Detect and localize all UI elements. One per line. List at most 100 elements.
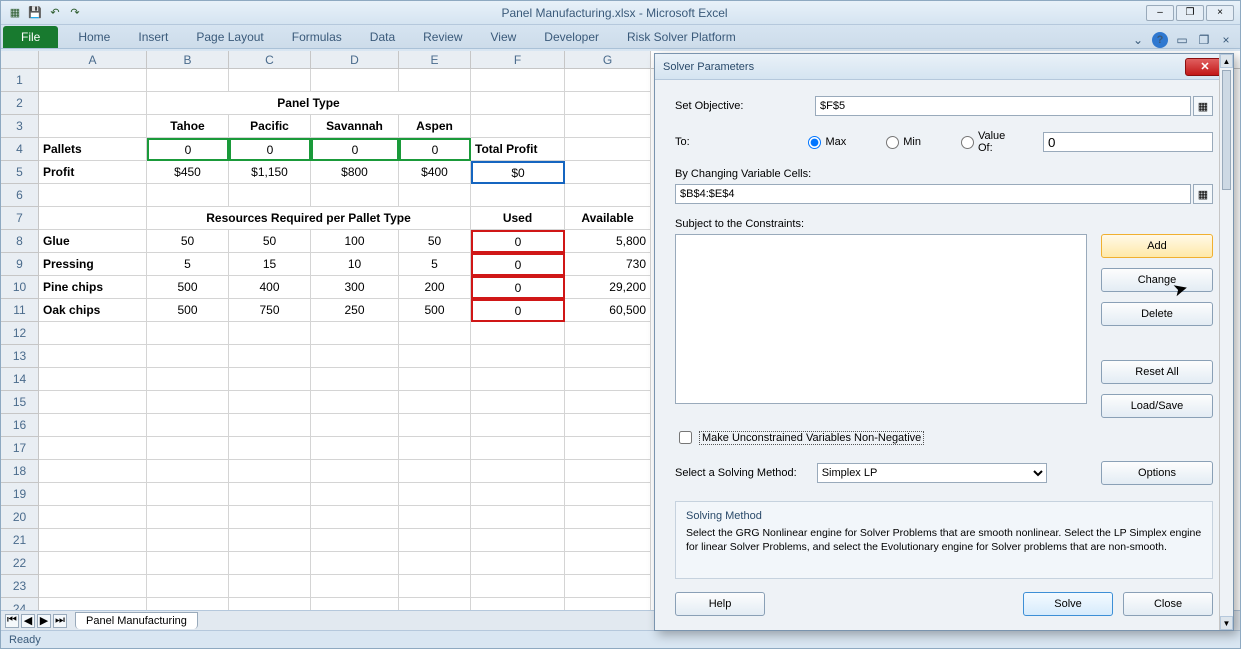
constraints-listbox[interactable]: ▲ ▼ [675,234,1087,404]
cell[interactable] [399,322,471,345]
col-header-c[interactable]: C [229,51,311,68]
cell[interactable] [147,69,229,92]
cell[interactable] [39,460,147,483]
cell[interactable] [399,69,471,92]
ribbon-tab-formulas[interactable]: Formulas [278,26,356,48]
cell[interactable] [229,391,311,414]
cell[interactable]: Pallets [39,138,147,161]
cell[interactable]: $400 [399,161,471,184]
row-header[interactable]: 9 [1,253,39,276]
col-header-a[interactable]: A [39,51,147,68]
row-header[interactable]: 10 [1,276,39,299]
cell[interactable] [39,322,147,345]
cell[interactable]: 730 [565,253,651,276]
cell[interactable] [471,483,565,506]
sheet-tab[interactable]: Panel Manufacturing [75,612,198,629]
cell[interactable] [399,529,471,552]
cell[interactable] [39,92,147,115]
save-icon[interactable]: 💾 [27,5,43,21]
cell[interactable] [399,368,471,391]
cell[interactable] [39,437,147,460]
nonneg-checkbox[interactable] [679,431,692,444]
set-objective-input[interactable] [815,96,1191,116]
row-header[interactable]: 23 [1,575,39,598]
cell[interactable]: 0 [311,138,399,161]
cell[interactable] [229,368,311,391]
cell[interactable] [39,391,147,414]
cell[interactable] [229,414,311,437]
cell[interactable] [311,575,399,598]
cell[interactable] [471,391,565,414]
cell[interactable] [399,483,471,506]
cell[interactable]: 0 [399,138,471,161]
cell[interactable] [147,391,229,414]
cell[interactable]: Pacific [229,115,311,138]
cell[interactable]: Profit [39,161,147,184]
cell[interactable] [565,69,651,92]
cell[interactable] [565,437,651,460]
cell[interactable]: 200 [399,276,471,299]
radio-max[interactable]: Max [808,136,846,149]
ribbon-tab-developer[interactable]: Developer [530,26,613,48]
cell[interactable]: $800 [311,161,399,184]
cell[interactable] [311,184,399,207]
row-header[interactable]: 8 [1,230,39,253]
cell[interactable] [399,345,471,368]
file-tab[interactable]: File [3,26,58,48]
cell[interactable]: 50 [229,230,311,253]
cell[interactable] [147,322,229,345]
cell[interactable] [229,322,311,345]
cell[interactable] [39,529,147,552]
cell[interactable] [471,414,565,437]
row-header[interactable]: 15 [1,391,39,414]
row-header[interactable]: 13 [1,345,39,368]
row-header[interactable]: 7 [1,207,39,230]
resources-header[interactable]: Resources Required per Pallet Type [147,207,471,230]
undo-icon[interactable]: ↶ [47,5,63,21]
cell[interactable]: 500 [147,299,229,322]
cell[interactable] [39,506,147,529]
cell[interactable] [399,552,471,575]
cell[interactable] [147,529,229,552]
cell[interactable]: Tahoe [147,115,229,138]
col-header-b[interactable]: B [147,51,229,68]
cell[interactable]: 29,200 [565,276,651,299]
cell[interactable]: $0 [471,161,565,184]
cell[interactable]: Pressing [39,253,147,276]
cell[interactable] [471,184,565,207]
row-header[interactable]: 1 [1,69,39,92]
cell[interactable] [39,69,147,92]
cell[interactable]: 0 [229,138,311,161]
cell[interactable] [565,345,651,368]
cell[interactable]: 0 [147,138,229,161]
cell[interactable] [565,483,651,506]
cell[interactable]: 100 [311,230,399,253]
cell[interactable]: 15 [229,253,311,276]
row-header[interactable]: 18 [1,460,39,483]
dialog-titlebar[interactable]: Solver Parameters ✕ [655,54,1233,80]
cell[interactable] [471,92,565,115]
cell[interactable]: 0 [471,253,565,276]
cell[interactable] [147,414,229,437]
radio-min-input[interactable] [886,136,899,149]
cell[interactable] [565,391,651,414]
nav-first-icon[interactable]: ⏮ [5,614,19,628]
delete-button[interactable]: Delete [1101,302,1213,326]
panel-type-header[interactable]: Panel Type [147,92,471,115]
ribbon-close-icon[interactable]: × [1218,32,1234,48]
cell[interactable] [147,575,229,598]
row-header[interactable]: 11 [1,299,39,322]
cell[interactable] [399,391,471,414]
cell[interactable] [229,437,311,460]
cell[interactable] [147,345,229,368]
cell[interactable] [565,115,651,138]
ribbon-tab-view[interactable]: View [477,26,531,48]
ribbon-minimize-icon[interactable]: ⌄ [1130,32,1146,48]
cell[interactable]: Total Profit [471,138,565,161]
cell[interactable]: Oak chips [39,299,147,322]
method-select[interactable]: Simplex LP [817,463,1047,483]
cell[interactable] [229,575,311,598]
close-button[interactable]: Close [1123,592,1213,616]
cell[interactable] [39,552,147,575]
row-header[interactable]: 2 [1,92,39,115]
